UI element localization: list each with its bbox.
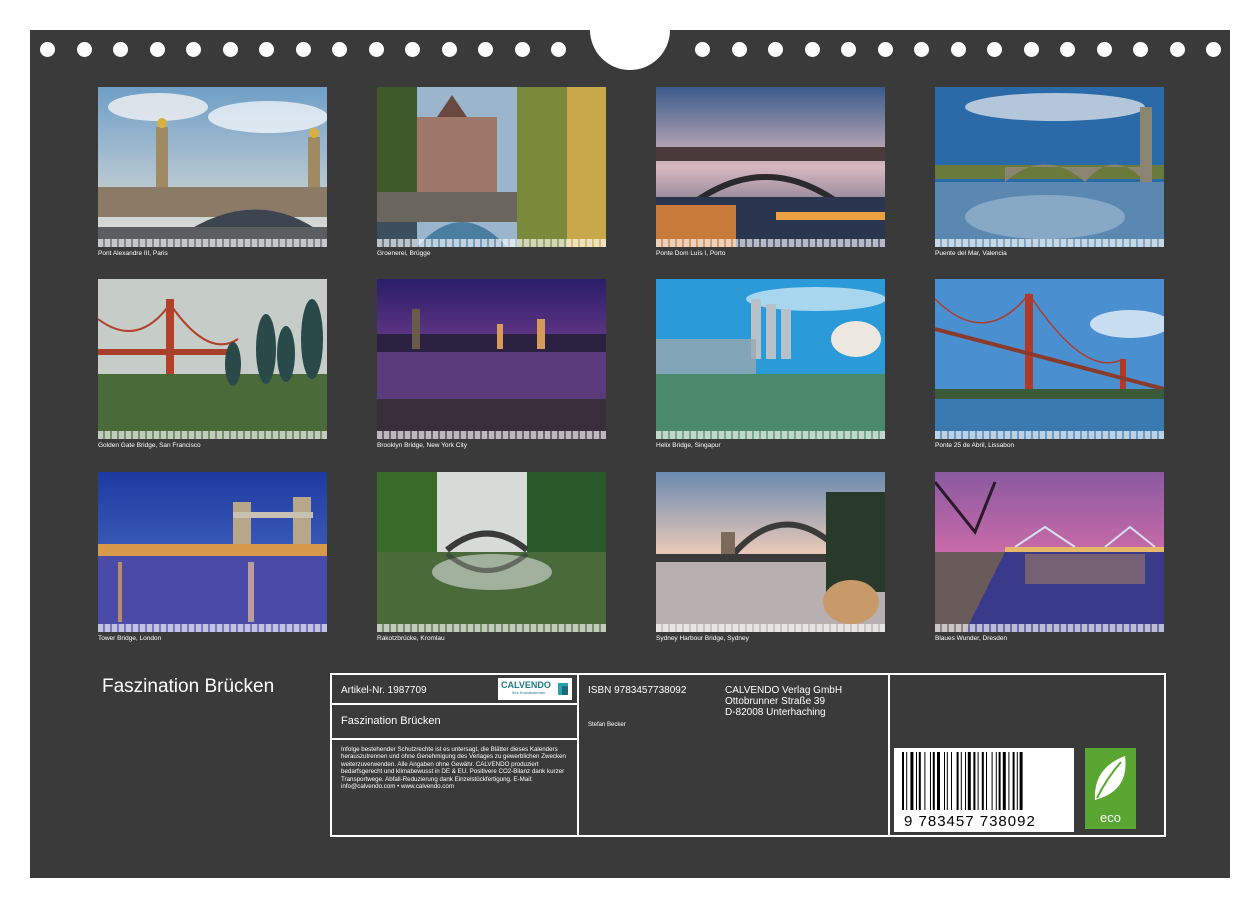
calendar-title: Faszination Brücken bbox=[102, 676, 275, 697]
photo-caption: Sydney Harbour Bridge, Sydney bbox=[656, 635, 749, 642]
photo-caption: Ponte Dom Luís I, Porto bbox=[656, 250, 726, 257]
logo-tagline: Ihre Kunstkalender bbox=[512, 690, 546, 695]
binding-hole bbox=[295, 42, 311, 57]
calvendo-logo: CALVENDO Ihre Kunstkalender bbox=[498, 678, 572, 700]
photo-caption: Puente del Mar, Valencia bbox=[935, 250, 1007, 257]
binding-hole bbox=[222, 42, 238, 57]
binding-hole bbox=[551, 42, 566, 57]
publisher-street: Ottobrunner Straße 39 bbox=[725, 696, 826, 707]
binding-hole bbox=[1023, 42, 1039, 57]
photo-golden-gate bbox=[98, 279, 327, 439]
binding-hole bbox=[950, 42, 966, 57]
photo-caption: Blaues Wunder, Dresden bbox=[935, 635, 1008, 642]
binding-hole bbox=[987, 42, 1002, 57]
binding-hole bbox=[368, 42, 384, 57]
publisher-name: CALVENDO Verlag GmbH bbox=[725, 685, 843, 696]
calendar-back-cover: Pont Alexandre III, Paris Groenerei, Brü… bbox=[30, 30, 1230, 878]
binding-hole bbox=[1096, 42, 1112, 57]
divider bbox=[888, 675, 890, 835]
divider bbox=[332, 703, 577, 705]
binding-hole bbox=[695, 42, 710, 57]
photo-caption: Ponte 25 de Abril, Lissabon bbox=[935, 442, 1015, 449]
barcode-digits: 9 783457 738092 bbox=[904, 813, 1036, 830]
binding-hole bbox=[1206, 42, 1221, 57]
binding-hole bbox=[113, 42, 128, 57]
binding-hole bbox=[332, 42, 347, 57]
photo-pont-alexandre bbox=[98, 87, 327, 247]
binding-hole bbox=[914, 42, 929, 57]
binding-hole bbox=[1133, 42, 1148, 57]
photo-25-de-abril bbox=[935, 279, 1164, 439]
author: Stefan Becker bbox=[588, 722, 626, 728]
photo-caption: Golden Gate Bridge, San Francisco bbox=[98, 442, 201, 449]
binding-hole bbox=[149, 42, 165, 57]
hanger-notch bbox=[590, 30, 670, 70]
binding-hole bbox=[731, 42, 747, 57]
photo-caption: Groenerei, Brügge bbox=[377, 250, 431, 257]
binding-hole bbox=[441, 42, 457, 57]
eco-badge: eco bbox=[1085, 748, 1136, 829]
binding-hole bbox=[1169, 42, 1185, 57]
info-panel: Artikel-Nr. 1987709 CALVENDO Ihre Kunstk… bbox=[330, 673, 1166, 837]
photo-caption: Rakotzbrücke, Kromlau bbox=[377, 635, 445, 642]
binding-hole bbox=[76, 42, 92, 57]
binding-hole bbox=[514, 42, 530, 57]
photo-helix bbox=[656, 279, 885, 439]
photo-brooklyn bbox=[377, 279, 606, 439]
barcode-bars-icon bbox=[902, 752, 1023, 810]
photo-groenerei bbox=[377, 87, 606, 247]
photo-tower-bridge bbox=[98, 472, 327, 632]
legal-text: Infolge bestehender Schutzrechte ist es … bbox=[341, 746, 566, 791]
photo-rakotzbruecke bbox=[377, 472, 606, 632]
divider bbox=[577, 675, 579, 835]
publisher: CALVENDO Verlag GmbH Ottobrunner Straße … bbox=[725, 685, 842, 718]
photo-puente-del-mar bbox=[935, 87, 1164, 247]
photo-caption: Helix Bridge, Singapur bbox=[656, 442, 721, 449]
article-number: Artikel-Nr. 1987709 bbox=[341, 685, 427, 696]
binding-hole bbox=[40, 42, 55, 57]
binding-hole bbox=[804, 42, 820, 57]
photo-dom-luis bbox=[656, 87, 885, 247]
leaf-icon bbox=[1094, 756, 1126, 800]
panel-title: Faszination Brücken bbox=[341, 715, 441, 727]
photo-sydney-harbour bbox=[656, 472, 885, 632]
binding-hole bbox=[478, 42, 493, 57]
logo-wordmark: CALVENDO bbox=[501, 680, 551, 690]
binding-hole bbox=[186, 42, 201, 57]
binding-hole bbox=[841, 42, 856, 57]
isbn-barcode: 9 783457 738092 bbox=[894, 748, 1074, 832]
binding-hole bbox=[405, 42, 420, 57]
publisher-city: D-82008 Unterhaching bbox=[725, 707, 826, 718]
isbn: ISBN 9783457738092 bbox=[588, 685, 687, 696]
eco-label: eco bbox=[1100, 810, 1121, 825]
binding-hole bbox=[768, 42, 783, 57]
calvendo-mark-icon bbox=[558, 683, 568, 695]
binding-hole bbox=[1060, 42, 1075, 57]
divider bbox=[332, 738, 577, 740]
photo-blaues-wunder bbox=[935, 472, 1164, 632]
photo-caption: Pont Alexandre III, Paris bbox=[98, 250, 168, 257]
photo-caption: Tower Bridge, London bbox=[98, 635, 162, 642]
binding-hole bbox=[259, 42, 274, 57]
binding-hole bbox=[877, 42, 893, 57]
photo-caption: Brooklyn Bridge, New York City bbox=[377, 442, 467, 449]
